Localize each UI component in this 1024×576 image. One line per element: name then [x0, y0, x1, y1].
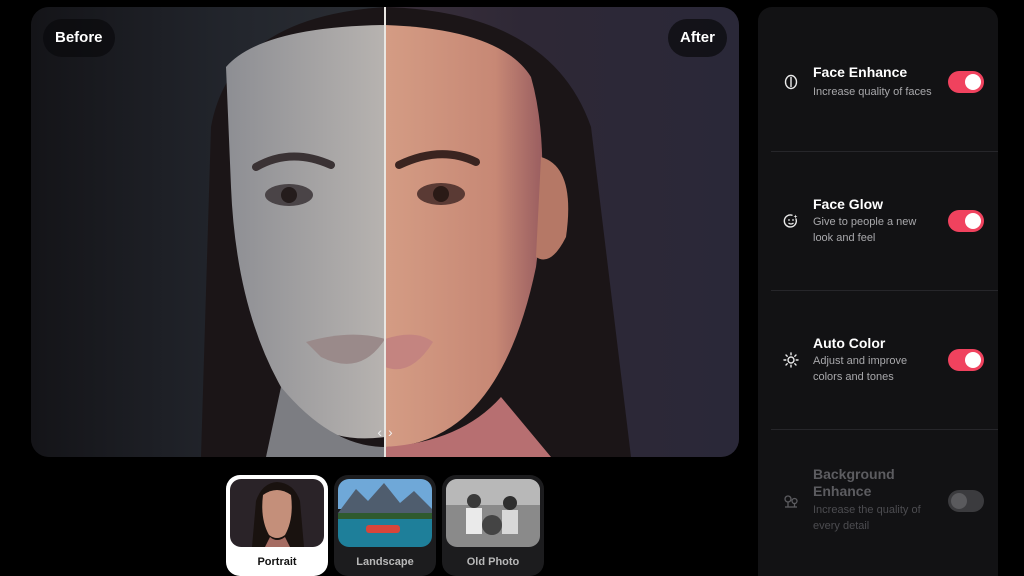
sample-portrait-label: Portrait — [257, 556, 297, 568]
face-enhance-toggle[interactable] — [948, 71, 984, 93]
face-glow-toggle[interactable] — [948, 210, 984, 232]
sample-old-photo-label: Old Photo — [466, 556, 520, 568]
auto-color-description: Adjust and improve colors and tones — [813, 355, 908, 383]
enhance-settings-panel: Face Enhance Increase quality of faces F… — [758, 7, 998, 576]
sample-old-photo[interactable]: Old Photo — [442, 475, 544, 576]
landscape-thumbnail-image — [338, 479, 432, 547]
background-enhance-description: Increase the quality of every detail — [813, 504, 921, 532]
before-after-viewer[interactable]: ‹ › Before After — [31, 7, 739, 457]
comparison-divider[interactable] — [384, 7, 386, 457]
before-label: Before — [43, 19, 115, 57]
chevron-left-icon: ‹ — [377, 424, 382, 440]
face-glow-title: Face Glow — [813, 196, 884, 212]
trees-icon — [783, 493, 799, 509]
sample-thumbnails: Portrait Landscape Old Photo — [226, 475, 544, 576]
sun-icon — [783, 352, 799, 368]
chevron-right-icon: › — [388, 424, 393, 440]
auto-color-title: Auto Color — [813, 335, 886, 351]
auto-color-toggle[interactable] — [948, 349, 984, 371]
face-glow-icon — [783, 213, 799, 229]
portrait-thumbnail-image — [230, 479, 324, 547]
sample-landscape[interactable]: Landscape — [334, 475, 436, 576]
sample-portrait[interactable]: Portrait — [226, 475, 328, 576]
face-enhance-title: Face Enhance — [813, 64, 908, 80]
face-enhance-description: Increase quality of faces — [813, 86, 932, 98]
face-glow-description: Give to people a new look and feel — [813, 216, 917, 244]
setting-face-glow: Face Glow Give to people a new look and … — [771, 152, 998, 291]
after-label: After — [667, 19, 727, 57]
comparison-drag-handle[interactable]: ‹ › — [367, 421, 403, 443]
background-enhance-toggle[interactable] — [948, 490, 984, 512]
old-photo-thumbnail-image — [446, 479, 540, 547]
background-enhance-title: Background Enhance — [813, 466, 895, 499]
sample-landscape-label: Landscape — [356, 556, 414, 568]
setting-background-enhance: Background Enhance Increase the quality … — [771, 430, 998, 576]
face-enhance-icon — [783, 74, 799, 90]
setting-auto-color: Auto Color Adjust and improve colors and… — [771, 291, 998, 430]
setting-face-enhance: Face Enhance Increase quality of faces — [771, 7, 998, 152]
